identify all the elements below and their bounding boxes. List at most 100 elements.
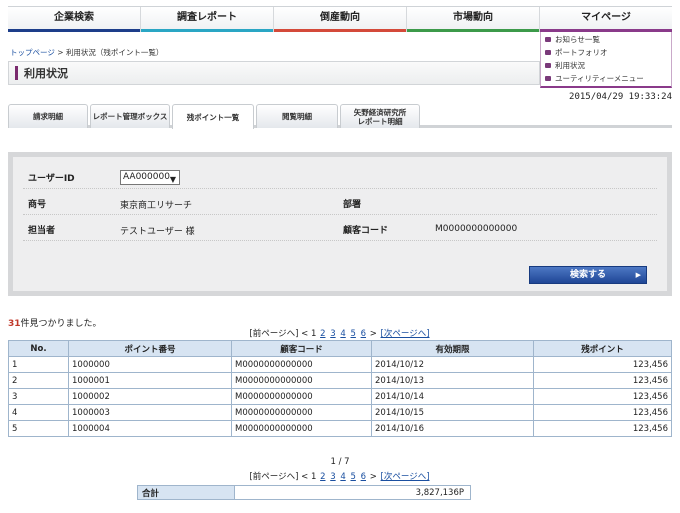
tab-remaining-points[interactable]: 残ポイント一覧 <box>172 104 254 129</box>
search-button[interactable]: 検索する ▶ <box>529 266 647 284</box>
cell-customer-code: M0000000000000 <box>231 420 372 437</box>
tab-billing-details[interactable]: 請求明細 <box>8 104 88 128</box>
cell-remaining-points: 123,456 <box>533 388 672 405</box>
search-panel: ユーザーID AA000000 ▼ 商号 東京商工リサーチ 部署 担当者 テスト… <box>8 152 672 296</box>
menu-item-portfolio[interactable]: ポートフォリオ <box>545 46 667 59</box>
bullet-icon <box>545 63 551 68</box>
nav-mypage[interactable]: マイページ <box>540 7 672 32</box>
search-form: ユーザーID AA000000 ▼ 商号 東京商工リサーチ 部署 担当者 テスト… <box>13 157 667 291</box>
pager-link-page-5[interactable]: 5 <box>350 329 355 339</box>
pager-link-page-6[interactable]: 6 <box>361 472 366 482</box>
cell-point-number: 1000002 <box>68 388 232 405</box>
pager-bottom: [前ページへ] < 1 2 3 4 5 6 > [次ページへ] <box>0 470 680 482</box>
cell-point-number: 1000001 <box>68 372 232 389</box>
nav-bankruptcy-trends[interactable]: 倒産動向 <box>274 7 407 32</box>
menu-item-usage[interactable]: 利用状況 <box>545 59 667 72</box>
pager-link-page-5[interactable]: 5 <box>350 472 355 482</box>
page-indicator: 1 / 7 <box>330 457 350 467</box>
pager-prev: [前ページへ] <box>249 472 299 482</box>
cell-point-number: 1000003 <box>68 404 232 421</box>
menu-item-notices[interactable]: お知らせ一覧 <box>545 33 667 46</box>
department-label: 部署 <box>343 200 362 210</box>
menu-item-label: お知らせ一覧 <box>555 35 600 44</box>
pager-prev: [前ページへ] <box>249 329 299 339</box>
col-header-remaining-points: 残ポイント <box>533 340 672 357</box>
total-value: 3,827,136P <box>234 485 471 500</box>
nav-research-report[interactable]: 調査レポート <box>141 7 274 32</box>
person-label: 担当者 <box>28 226 56 236</box>
nav-market-trends[interactable]: 市場動向 <box>407 7 540 32</box>
row-company: 商号 東京商工リサーチ 部署 <box>23 189 657 215</box>
arrow-right-icon: ▶ <box>635 271 641 279</box>
pager-link-page-4[interactable]: 4 <box>340 329 345 339</box>
bullet-icon <box>545 76 551 81</box>
breadcrumb-home-link[interactable]: トップページ <box>10 48 55 57</box>
table-row: 3 1000002 M0000000000000 2014/10/14 123,… <box>8 388 672 405</box>
customer-code-label: 顧客コード <box>343 226 389 236</box>
user-id-selected-value: AA000000 <box>123 172 170 182</box>
cell-remaining-points: 123,456 <box>533 420 672 437</box>
customer-code-value: M0000000000000 <box>435 224 518 234</box>
pager-lt: < <box>301 329 309 339</box>
total-table: 合計 3,827,136P <box>137 485 471 500</box>
pager-current-page: 1 <box>310 472 317 482</box>
pager-top: [前ページへ] < 1 2 3 4 5 6 > [次ページへ] <box>0 327 680 339</box>
cell-remaining-points: 123,456 <box>533 404 672 421</box>
points-table: No. ポイント番号 顧客コード 有効期限 残ポイント 1 1000000 M0… <box>8 340 672 437</box>
cell-point-number: 1000000 <box>68 356 232 373</box>
chevron-down-icon: ▼ <box>169 175 176 184</box>
cell-expiry: 2014/10/15 <box>371 404 534 421</box>
tab-yano-line1: 矢野経済研究所 <box>353 107 407 117</box>
col-header-no: No. <box>8 340 69 357</box>
pager-link-page-4[interactable]: 4 <box>340 472 345 482</box>
pager-link-page-6[interactable]: 6 <box>361 329 366 339</box>
cell-expiry: 2014/10/16 <box>371 420 534 437</box>
cell-no: 3 <box>8 388 69 405</box>
breadcrumb-current: 利用状況（残ポイント一覧） <box>65 48 164 57</box>
cell-customer-code: M0000000000000 <box>231 388 372 405</box>
cell-remaining-points: 123,456 <box>533 372 672 389</box>
cell-remaining-points: 123,456 <box>533 356 672 373</box>
tab-viewing-details[interactable]: 閲覧明細 <box>256 104 338 128</box>
pager-next-link[interactable]: [次ページへ] <box>381 472 430 482</box>
col-header-expiry: 有効期限 <box>371 340 534 357</box>
bullet-icon <box>545 50 551 55</box>
cell-point-number: 1000004 <box>68 420 232 437</box>
bullet-icon <box>545 37 551 42</box>
user-id-label: ユーザーID <box>28 174 75 184</box>
row-person: 担当者 テストユーザー 様 顧客コード M0000000000000 <box>23 215 657 241</box>
table-row: 4 1000003 M0000000000000 2014/10/15 123,… <box>8 404 672 421</box>
pager-lt: < <box>301 472 309 482</box>
page-title: 利用状況 <box>24 67 68 80</box>
table-row: 1 1000000 M0000000000000 2014/10/12 123,… <box>8 356 672 373</box>
cell-no: 4 <box>8 404 69 421</box>
tab-yano-line2: レポート明細 <box>357 116 403 126</box>
page-title-bar: 利用状況 <box>8 61 540 85</box>
pager-link-page-3[interactable]: 3 <box>330 472 335 482</box>
pager-next-link[interactable]: [次ページへ] <box>381 329 430 339</box>
col-header-customer-code: 顧客コード <box>231 340 372 357</box>
pager-link-page-2[interactable]: 2 <box>320 329 325 339</box>
menu-item-label: ユーティリティーメニュー <box>555 74 644 83</box>
tab-bar: 請求明細 レポート管理ボックス 残ポイント一覧 閲覧明細 矢野経済研究所 レポー… <box>8 104 672 129</box>
cell-customer-code: M0000000000000 <box>231 404 372 421</box>
pager-gt: > <box>369 472 377 482</box>
pager-link-page-3[interactable]: 3 <box>330 329 335 339</box>
pager-gt: > <box>369 329 377 339</box>
cell-customer-code: M0000000000000 <box>231 356 372 373</box>
user-id-select[interactable]: AA000000 ▼ <box>120 170 180 185</box>
search-button-label: 検索する <box>569 270 606 280</box>
tab-report-box[interactable]: レポート管理ボックス <box>90 104 170 128</box>
tab-yano-report[interactable]: 矢野経済研究所 レポート明細 <box>340 104 420 128</box>
cell-expiry: 2014/10/12 <box>371 356 534 373</box>
cell-no: 1 <box>8 356 69 373</box>
table-header-row: No. ポイント番号 顧客コード 有効期限 残ポイント <box>8 340 672 357</box>
nav-company-search[interactable]: 企業検索 <box>8 7 141 32</box>
menu-item-utility[interactable]: ユーティリティーメニュー <box>545 72 667 85</box>
breadcrumb-separator: > <box>57 48 64 57</box>
table-row: 2 1000001 M0000000000000 2014/10/13 123,… <box>8 372 672 389</box>
top-navigation: 企業検索 調査レポート 倒産動向 市場動向 マイページ <box>8 6 672 32</box>
pager-link-page-2[interactable]: 2 <box>320 472 325 482</box>
mypage-dropdown: お知らせ一覧 ポートフォリオ 利用状況 ユーティリティーメニュー <box>540 32 672 88</box>
cell-customer-code: M0000000000000 <box>231 372 372 389</box>
